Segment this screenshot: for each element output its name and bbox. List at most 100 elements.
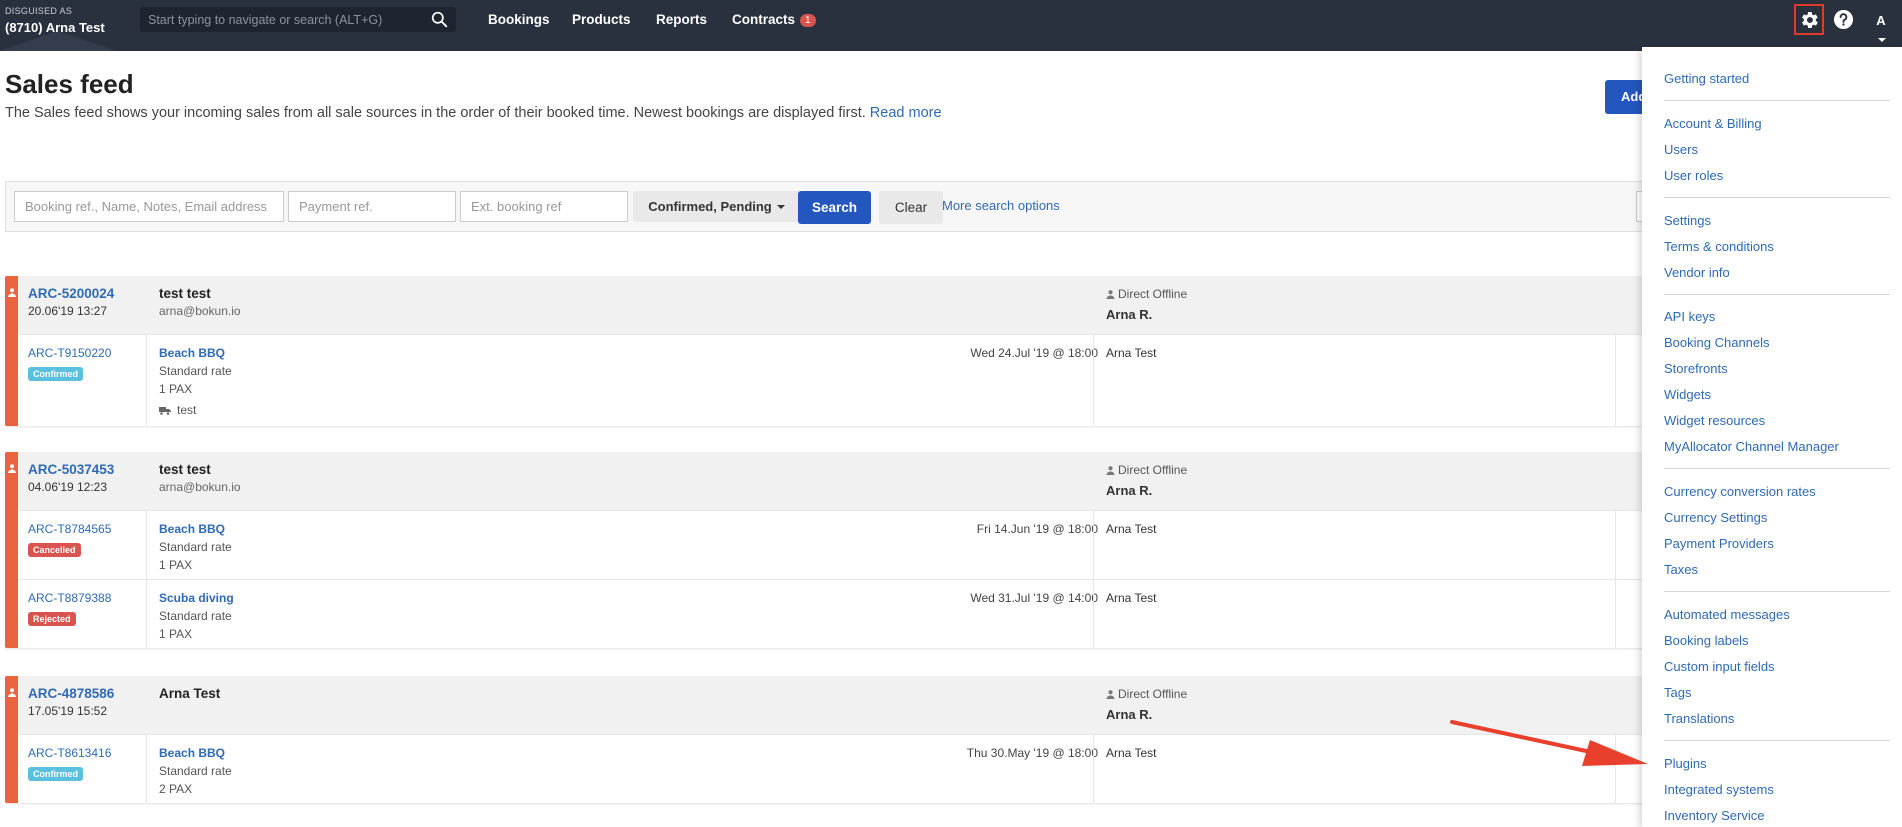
global-search-input[interactable] [140, 7, 420, 32]
line-ref-link[interactable]: ARC-T8879388 [28, 591, 111, 605]
avatar[interactable]: A [1868, 7, 1894, 33]
menu-item-users[interactable]: Users [1664, 142, 1698, 157]
customer-email: arna@bokun.io [159, 480, 241, 494]
menu-item-plugins[interactable]: Plugins [1664, 756, 1707, 771]
truck-icon [159, 407, 171, 415]
menu-item-taxes[interactable]: Taxes [1664, 562, 1698, 577]
activity-date: Wed 31.Jul '19 @ 14:00 [970, 591, 1098, 605]
lead-guest: Arna Test [1106, 746, 1157, 760]
booking-ref-link[interactable]: ARC-5037453 [28, 462, 114, 477]
lead-guest: Arna Test [1106, 346, 1157, 360]
menu-item-getting-started[interactable]: Getting started [1664, 71, 1749, 86]
line-ref-link[interactable]: ARC-T8784565 [28, 522, 111, 536]
booking-ref-input[interactable] [14, 191, 284, 222]
booking-line-item: ARC-T8879388 Rejected Scuba diving Stand… [18, 579, 1665, 648]
booking-header: ARC-5200024 20.06'19 13:27 test test arn… [18, 276, 1665, 334]
more-search-options-link[interactable]: More search options [942, 198, 1060, 213]
rate-name: Standard rate [159, 764, 232, 778]
menu-item-widgets[interactable]: Widgets [1664, 387, 1711, 402]
status-badge: Confirmed [28, 767, 83, 781]
booking-ref-link[interactable]: ARC-5200024 [28, 286, 114, 301]
status-filter-dropdown[interactable]: Confirmed, Pending [633, 191, 800, 222]
ext-booking-ref-input[interactable] [460, 191, 628, 222]
payment-ref-input[interactable] [288, 191, 456, 222]
menu-item-booking-labels[interactable]: Booking labels [1664, 633, 1749, 648]
disguised-as-label: DISGUISED AS [5, 6, 73, 16]
settings-button[interactable] [1794, 4, 1824, 35]
clear-button[interactable]: Clear [879, 191, 943, 224]
menu-item-settings[interactable]: Settings [1664, 213, 1711, 228]
menu-item-vendor-info[interactable]: Vendor info [1664, 265, 1730, 280]
sales-channel: Direct Offline [1106, 687, 1187, 701]
nav-products[interactable]: Products [572, 12, 631, 27]
person-icon [1106, 690, 1115, 699]
menu-item-api-keys[interactable]: API keys [1664, 309, 1715, 324]
menu-item-automated-messages[interactable]: Automated messages [1664, 607, 1790, 622]
nav-contracts[interactable]: Contracts 1 [732, 12, 816, 27]
booking-card: ARC-5037453 04.06'19 12:23 test test arn… [5, 452, 1665, 648]
nav-contracts-label: Contracts [732, 12, 796, 27]
seller-name: Arna R. [1106, 483, 1153, 498]
menu-item-widget-resources[interactable]: Widget resources [1664, 413, 1765, 428]
booking-line-item: ARC-T9150220 Confirmed Beach BBQ Standar… [18, 334, 1665, 426]
nav-bookings[interactable]: Bookings [488, 12, 550, 27]
activity-date: Fri 14.Jun '19 @ 18:00 [976, 522, 1098, 536]
account-name[interactable]: (8710) Arna Test [5, 20, 105, 35]
menu-item-storefronts[interactable]: Storefronts [1664, 361, 1728, 376]
menu-item-integrated-systems[interactable]: Integrated systems [1664, 782, 1774, 797]
search-button[interactable]: Search [798, 191, 871, 224]
booking-status-strip [5, 452, 18, 648]
person-icon [8, 288, 16, 297]
global-search[interactable] [140, 7, 456, 32]
menu-divider [1664, 197, 1890, 198]
page-title: Sales feed [5, 69, 134, 99]
menu-item-payment-providers[interactable]: Payment Providers [1664, 536, 1774, 551]
product-link[interactable]: Scuba diving [159, 591, 234, 605]
seller-name: Arna R. [1106, 307, 1153, 322]
product-link[interactable]: Beach BBQ [159, 522, 225, 536]
booking-date: 17.05'19 15:52 [28, 704, 108, 718]
line-ref-link[interactable]: ARC-T8613416 [28, 746, 111, 760]
booking-card: ARC-4878586 17.05'19 15:52 Arna Test Dir… [5, 676, 1665, 803]
menu-item-currency-conversion-rates[interactable]: Currency conversion rates [1664, 484, 1816, 499]
menu-item-myallocator[interactable]: MyAllocator Channel Manager [1664, 439, 1839, 454]
nav-reports[interactable]: Reports [656, 12, 707, 27]
pax-count: 2 PAX [159, 782, 193, 796]
sales-channel: Direct Offline [1106, 463, 1187, 477]
menu-item-inventory-service[interactable]: Inventory Service [1664, 808, 1764, 823]
customer-name: test test [159, 462, 211, 477]
booking-ref-link[interactable]: ARC-4878586 [28, 686, 114, 701]
search-filter-bar: Confirmed, Pending Search Clear More sea… [5, 181, 1685, 232]
pax-count: 1 PAX [159, 627, 193, 641]
page-description: The Sales feed shows your incoming sales… [5, 105, 942, 121]
search-icon[interactable] [431, 11, 448, 28]
menu-item-booking-channels[interactable]: Booking Channels [1664, 335, 1770, 350]
customer-name: test test [159, 286, 211, 301]
column-divider [1093, 735, 1094, 803]
menu-item-user-roles[interactable]: User roles [1664, 168, 1723, 183]
menu-divider [1664, 591, 1890, 592]
person-icon [1106, 466, 1115, 475]
menu-item-currency-settings[interactable]: Currency Settings [1664, 510, 1767, 525]
booking-card: ARC-5200024 20.06'19 13:27 test test arn… [5, 276, 1665, 426]
product-link[interactable]: Beach BBQ [159, 346, 225, 360]
menu-item-account-billing[interactable]: Account & Billing [1664, 116, 1762, 131]
help-icon[interactable] [1833, 9, 1854, 30]
product-link[interactable]: Beach BBQ [159, 746, 225, 760]
menu-item-custom-input-fields[interactable]: Custom input fields [1664, 659, 1775, 674]
booking-header: ARC-5037453 04.06'19 12:23 test test arn… [18, 452, 1665, 510]
menu-item-tags[interactable]: Tags [1664, 685, 1691, 700]
line-ref-link[interactable]: ARC-T9150220 [28, 346, 111, 360]
pax-count: 1 PAX [159, 382, 193, 396]
menu-item-terms-conditions[interactable]: Terms & conditions [1664, 239, 1774, 254]
column-divider [1615, 580, 1616, 648]
sales-channel: Direct Offline [1106, 287, 1187, 301]
read-more-link[interactable]: Read more [870, 105, 942, 121]
menu-item-translations[interactable]: Translations [1664, 711, 1734, 726]
activity-date: Thu 30.May '19 @ 18:00 [966, 746, 1098, 760]
menu-divider [1664, 468, 1890, 469]
column-divider [146, 735, 147, 803]
person-icon [8, 688, 16, 697]
sales-channel-label: Direct Offline [1118, 463, 1188, 477]
menu-divider [1664, 294, 1890, 295]
